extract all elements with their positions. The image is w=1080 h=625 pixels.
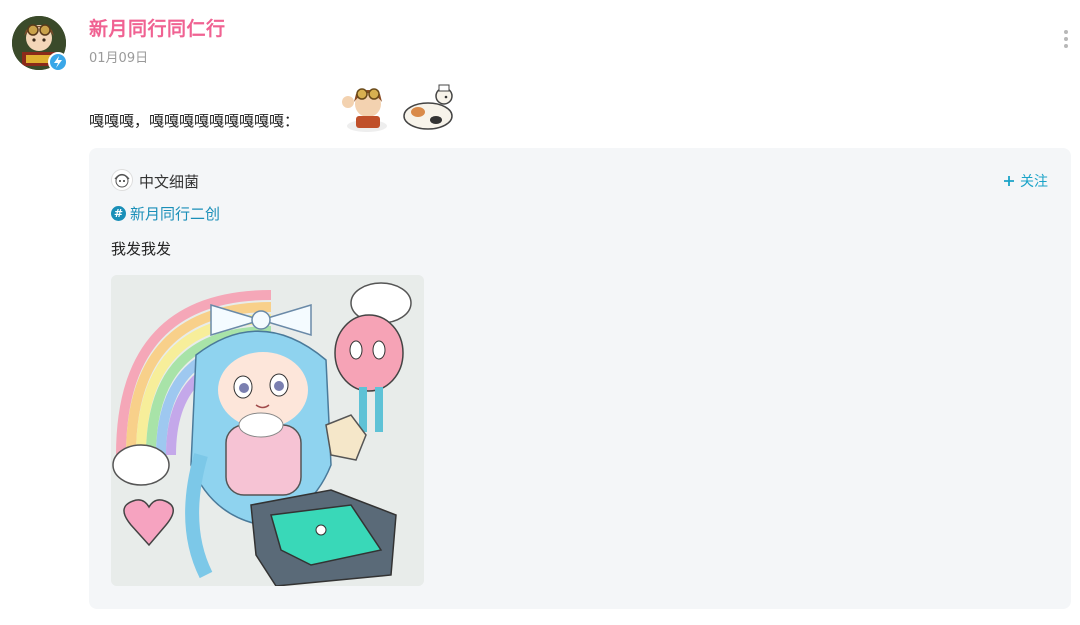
topic-label: 新月同行二创: [130, 205, 221, 223]
post-date: 01月09日: [89, 51, 149, 66]
verified-bolt-icon: [48, 52, 68, 72]
plus-icon: [1004, 176, 1014, 186]
topic-tag[interactable]: # 新月同行二创: [111, 203, 220, 224]
author-name[interactable]: 新月同行同仁行: [89, 14, 226, 41]
more-options-icon[interactable]: [1060, 30, 1072, 52]
post-text: 嘎嘎嘎，嘎嘎嘎嘎嘎嘎嘎嘎嘎：: [89, 112, 300, 130]
follow-button[interactable]: 关注: [1003, 171, 1048, 191]
artwork-image[interactable]: [111, 275, 424, 586]
quoted-username[interactable]: 中文细菌: [139, 171, 199, 192]
follow-label: 关注: [1020, 174, 1048, 190]
quoted-post-card[interactable]: 中文细菌 关注 # 新月同行二创 我发我发: [89, 148, 1071, 609]
sticker-character-icon: [338, 82, 396, 134]
sticker-cat-icon: [400, 82, 456, 132]
quoted-post-text: 我发我发: [111, 240, 172, 258]
hashtag-icon: #: [111, 206, 126, 221]
quoted-user-avatar[interactable]: [111, 169, 133, 191]
author-avatar[interactable]: [12, 16, 68, 72]
